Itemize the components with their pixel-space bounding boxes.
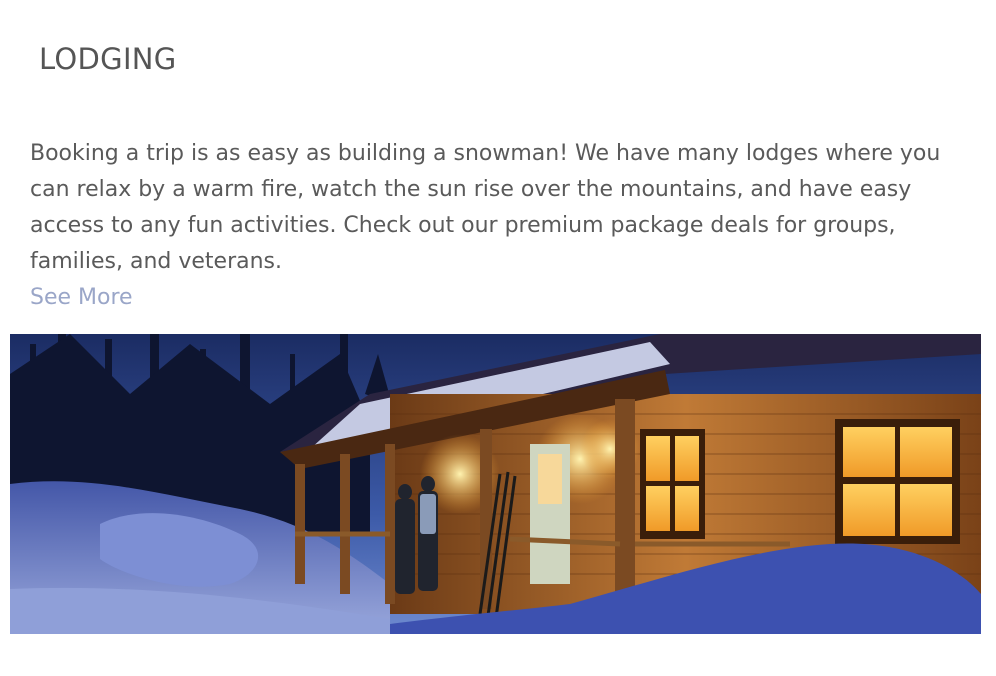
see-more-link[interactable]: See More <box>30 280 133 316</box>
section-description: Booking a trip is as easy as building a … <box>30 141 941 274</box>
lodge-photo <box>10 334 981 634</box>
section-title: LODGING <box>39 42 177 76</box>
